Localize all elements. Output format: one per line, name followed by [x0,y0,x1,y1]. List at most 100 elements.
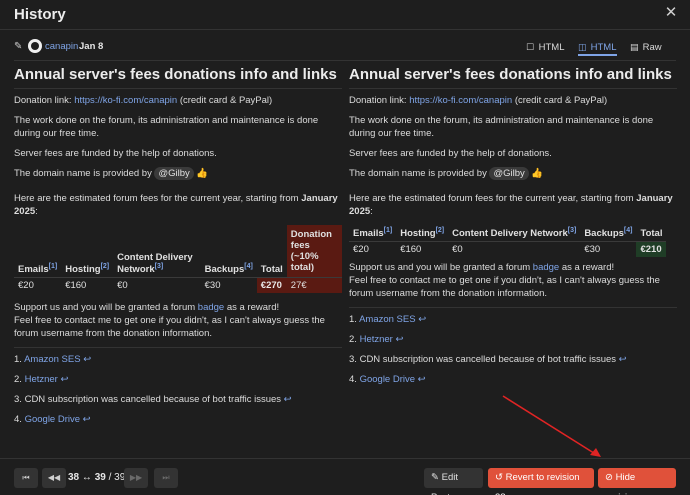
mention-gilby[interactable]: @Gilby [489,167,529,180]
edit-post-button[interactable]: ✎ Edit Post [424,468,483,495]
donation-link[interactable]: https://ko-fi.com/canapin [409,95,512,106]
table-row: €20 €160 €0 €30 €270 27€ [14,277,342,293]
header-emails: Emails[1] [349,225,396,242]
username-link[interactable]: canapin [45,41,78,52]
header-label: Emails [18,264,49,275]
badge-link[interactable]: badge [533,262,559,273]
cell-backups: €30 [584,244,601,256]
estimate-colon: : [35,206,38,217]
table-header-row: Emails[1] Hosting[2] Content Delivery Ne… [14,225,342,278]
view-mode-tabs: ☐ HTML ◫ HTML ▤ Raw [526,38,676,56]
contact-text: Feel free to contact me to get one if yo… [14,315,325,339]
return-icon[interactable]: ↩ [418,374,426,385]
donation-line: Donation link: https://ko-fi.com/canapin… [14,94,342,107]
close-icon[interactable]: ✕ [664,5,678,20]
footnote-item: 3. CDN subscription was cancelled becaus… [14,394,342,405]
cell-emails: €20 [18,280,34,291]
footnote-link[interactable]: Hetzner [360,334,393,345]
tab-inline-html[interactable]: ☐ HTML [526,38,565,56]
footnote-link[interactable]: Hetzner [25,374,58,385]
return-icon[interactable]: ↩ [619,354,627,365]
support-text: Support us and you will be granted a for… [349,262,531,274]
support-text: Support us and you will be granted a for… [14,302,196,313]
fees-table: Emails[1] Hosting[2] Content Delivery Ne… [14,225,342,293]
avatar[interactable] [28,39,42,53]
mention-gilby[interactable]: @Gilby [154,167,194,180]
thumbs-up-icon: 👍 [531,168,544,179]
footnote-number: 1. [349,314,357,326]
footnote-ref[interactable]: [1] [49,263,58,270]
cell-cdn: €0 [452,244,463,256]
footnote-ref[interactable]: [3] [568,227,577,234]
support-text-end: as a reward! [226,302,280,313]
fees-paragraph: Server fees are funded by the help of do… [14,148,217,159]
return-icon[interactable]: ↩ [284,394,292,405]
return-icon[interactable]: ↩ [83,414,91,425]
revision-range: 38 ↔ 39 / 39 [68,472,125,483]
header-cdn: Content Delivery Network[3] [448,225,580,242]
footnote-link[interactable]: Amazon SES [24,354,81,365]
return-icon[interactable]: ↩ [83,354,91,365]
footnote-number: 2. [14,374,22,385]
footnote-ref[interactable]: [2] [436,227,445,234]
support-paragraph: Support us and you will be granted a for… [14,301,342,340]
contact-text: Feel free to contact me to get one if yo… [349,275,660,300]
first-revision-button[interactable]: ⏮ [14,468,38,488]
footnotes-list: 1. Amazon SES ↩ 2. Hetzner ↩ 3. CDN subs… [349,307,677,385]
footnote-item: 2. Hetzner ↩ [14,374,342,385]
footnote-text: CDN subscription was cancelled because o… [359,354,617,366]
modal-header: History ✕ [0,0,690,30]
thumbs-up-icon: 👍 [196,168,209,179]
cell-total: €270 [256,277,287,293]
doc-icon: ▤ [630,42,639,52]
footnote-ref[interactable]: [2] [101,263,110,270]
footnote-number: 3. [14,394,22,405]
header-donation-fees: Donation fees (~10% total) [286,225,342,278]
estimate-paragraph: Here are the estimated forum fees for th… [14,192,342,218]
columns-icon: ◫ [578,42,587,52]
revision-meta: ✎ canapin Jan 8 ☐ HTML ◫ HTML ▤ Raw [0,36,690,58]
footnote-item: 4. Google Drive ↩ [349,374,677,385]
revert-revision-button[interactable]: ↺ Revert to revision 38 [488,468,594,495]
footnote-item: 4. Google Drive ↩ [14,414,342,425]
range-arrow: ↔ [81,472,92,483]
table-row: €20 €160 €0 €30 €210 [349,241,667,258]
header-label: Emails [353,228,384,240]
footnote-number: 2. [349,334,357,346]
post-title: Annual server's fees donations info and … [14,66,342,89]
support-paragraph: Support us and you will be granted a for… [349,261,677,300]
undo-icon: ↺ [495,472,503,483]
previous-revision-button[interactable]: ◀◀ [42,468,66,488]
footnote-ref[interactable]: [1] [384,227,393,234]
pencil-icon: ✎ [14,41,23,52]
donation-note: (credit card & PayPal) [514,95,608,106]
footnote-ref[interactable]: [4] [244,263,253,270]
tab-raw[interactable]: ▤ Raw [630,38,662,56]
header-backups: Backups[4] [580,225,636,242]
header-hosting: Hosting[2] [61,225,113,278]
eye-slash-icon: ⊘ [605,472,613,483]
fees-paragraph: Server fees are funded by the help of do… [349,148,552,159]
return-icon[interactable]: ↩ [418,314,426,325]
donation-link[interactable]: https://ko-fi.com/canapin [74,95,177,106]
estimate-text: Here are the estimated forum fees for th… [349,193,634,204]
badge-link[interactable]: badge [198,302,224,313]
header-label: Content Delivery Network [452,228,568,240]
hide-revision-button[interactable]: ⊘ Hide revision [598,468,676,495]
footnote-link[interactable]: Google Drive [360,374,415,385]
cell-total: €210 [636,241,667,258]
footnote-ref[interactable]: [3] [155,263,164,270]
footnote-link[interactable]: Amazon SES [359,314,416,325]
return-icon[interactable]: ↩ [60,374,68,385]
tab-side-by-side-html[interactable]: ◫ HTML [578,38,617,56]
footnote-ref[interactable]: [4] [624,227,633,234]
return-icon[interactable]: ↩ [395,334,403,345]
footnote-link[interactable]: Google Drive [25,414,80,425]
cell-hosting: €160 [65,280,87,291]
donation-line: Donation link: https://ko-fi.com/canapin… [349,94,677,107]
footnote-number: 1. [14,354,22,365]
history-modal: History ✕ ✎ canapin Jan 8 ☐ HTML ◫ HTML … [0,0,690,495]
last-revision-button[interactable]: ⏭ [154,468,178,488]
header-total: Total [260,264,283,275]
next-revision-button[interactable]: ▶▶ [124,468,148,488]
